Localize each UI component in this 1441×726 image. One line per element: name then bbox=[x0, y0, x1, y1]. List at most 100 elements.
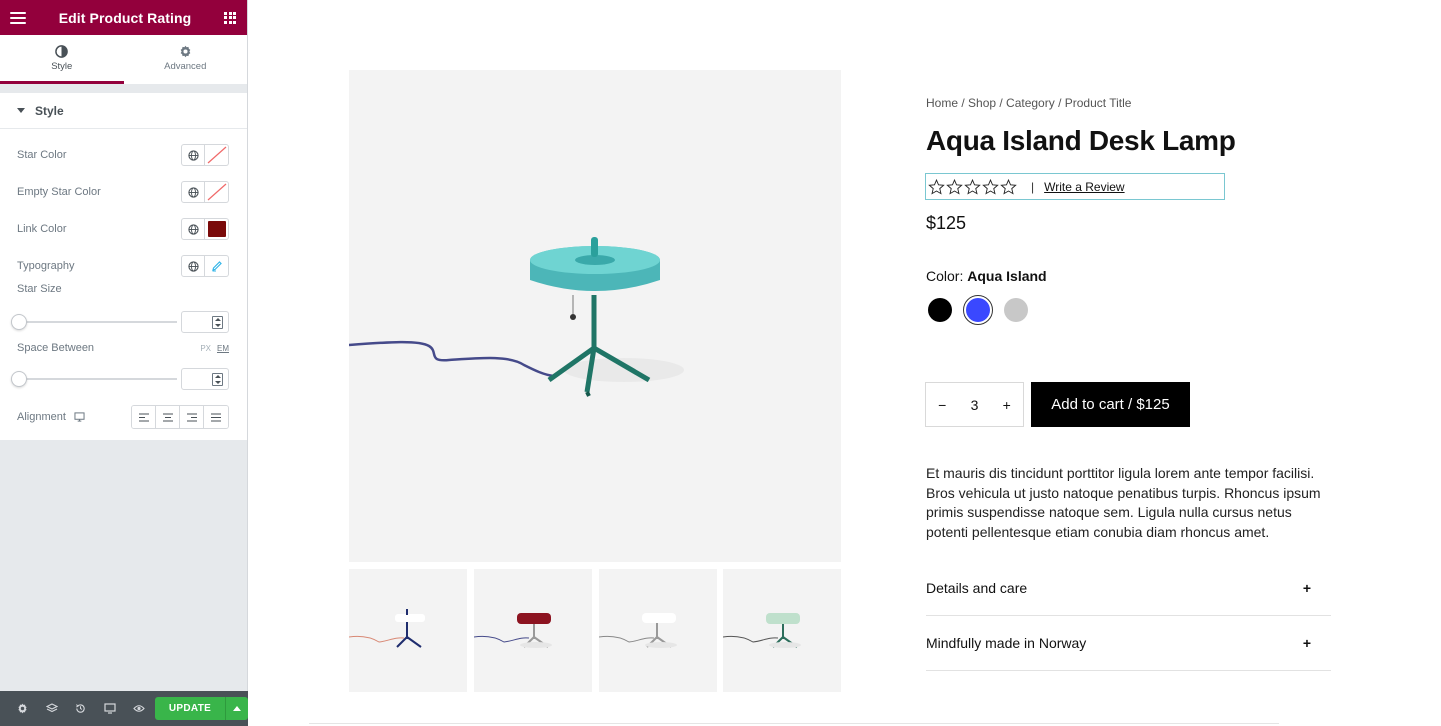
global-colors-button[interactable] bbox=[181, 181, 205, 203]
lamp-thumbnail-white bbox=[598, 613, 677, 648]
tab-style[interactable]: Style bbox=[0, 35, 124, 84]
caret-down-icon bbox=[17, 108, 25, 113]
add-to-cart-button[interactable]: Add to cart / $125 bbox=[1031, 382, 1190, 427]
control-star-color: Star Color bbox=[17, 144, 229, 166]
preview-button[interactable] bbox=[124, 691, 153, 726]
control-empty-star-color: Empty Star Color bbox=[17, 181, 229, 203]
align-left-icon bbox=[138, 413, 149, 421]
save-options-button[interactable] bbox=[225, 697, 248, 720]
product-thumbnail[interactable] bbox=[473, 569, 592, 692]
update-button[interactable]: UPDATE bbox=[155, 697, 225, 720]
section-divider bbox=[309, 723, 1279, 724]
breadcrumb[interactable]: Home / Shop / Category / Product Title bbox=[926, 96, 1131, 110]
product-thumbnail[interactable] bbox=[722, 569, 841, 692]
pencil-icon bbox=[211, 261, 222, 272]
caret-up-icon bbox=[233, 706, 241, 711]
slider-handle[interactable] bbox=[11, 314, 27, 330]
settings-button[interactable] bbox=[8, 691, 37, 726]
product-rating-widget[interactable]: | Write a Review bbox=[925, 173, 1225, 200]
link-color-label: Link Color bbox=[17, 223, 67, 235]
alignment-buttons bbox=[131, 405, 229, 429]
align-center-button[interactable] bbox=[156, 406, 180, 428]
globe-icon bbox=[187, 260, 199, 272]
tab-style-label: Style bbox=[51, 60, 73, 72]
color-swatch-blue[interactable] bbox=[966, 298, 990, 322]
align-justify-button[interactable] bbox=[204, 406, 228, 428]
gear-icon bbox=[18, 703, 27, 714]
write-review-link[interactable]: Write a Review bbox=[1044, 180, 1124, 194]
global-colors-button[interactable] bbox=[181, 218, 205, 240]
spinner-icon[interactable] bbox=[212, 373, 223, 386]
space-between-label: Space Between bbox=[17, 342, 95, 354]
history-button[interactable] bbox=[66, 691, 95, 726]
lamp-thumbnail-navy bbox=[348, 609, 425, 648]
control-space-between: Space Between PX EM bbox=[17, 342, 229, 354]
color-swatch-black[interactable] bbox=[928, 298, 952, 322]
star-size-label: Star Size bbox=[17, 283, 62, 295]
tab-advanced-label: Advanced bbox=[164, 60, 207, 72]
star-size-input[interactable] bbox=[181, 311, 229, 333]
widgets-grid-icon[interactable] bbox=[224, 11, 236, 24]
responsive-mode-button[interactable] bbox=[95, 691, 124, 726]
product-title: Aqua Island Desk Lamp bbox=[926, 125, 1236, 156]
empty-star-color-picker[interactable] bbox=[205, 181, 229, 203]
sidebar-footer: UPDATE bbox=[0, 691, 248, 726]
tab-advanced[interactable]: Advanced bbox=[123, 35, 247, 84]
align-center-icon bbox=[162, 413, 173, 421]
star-icon bbox=[946, 178, 963, 195]
desktop-icon[interactable] bbox=[74, 412, 85, 422]
star-rating bbox=[928, 178, 1017, 195]
product-main-image[interactable] bbox=[348, 70, 841, 562]
menu-icon[interactable] bbox=[10, 11, 26, 24]
globe-icon bbox=[187, 223, 199, 235]
align-left-button[interactable] bbox=[132, 406, 156, 428]
globe-icon bbox=[187, 186, 199, 198]
slider-handle[interactable] bbox=[11, 371, 27, 387]
preview-canvas: Home / Shop / Category / Product Title A… bbox=[249, 0, 1441, 726]
unit-switcher: PX EM bbox=[200, 344, 229, 353]
unit-em[interactable]: EM bbox=[217, 344, 229, 353]
star-color-picker[interactable] bbox=[205, 144, 229, 166]
product-price: $125 bbox=[926, 213, 967, 233]
section-style-header[interactable]: Style bbox=[0, 93, 247, 129]
accordion-title: Mindfully made in Norway bbox=[926, 634, 1087, 651]
navigator-button[interactable] bbox=[37, 691, 66, 726]
no-color-icon bbox=[207, 146, 227, 164]
space-between-slider[interactable] bbox=[11, 371, 177, 387]
star-size-slider[interactable] bbox=[11, 314, 177, 330]
star-icon bbox=[964, 178, 981, 195]
accordion-title: Details and care bbox=[926, 579, 1028, 596]
control-link-color: Link Color bbox=[17, 218, 229, 240]
control-star-size: Star Size bbox=[17, 283, 229, 295]
control-alignment: Alignment bbox=[17, 405, 229, 429]
product-thumbnail[interactable] bbox=[598, 569, 717, 692]
unit-px[interactable]: PX bbox=[200, 344, 211, 353]
global-fonts-button[interactable] bbox=[181, 255, 205, 277]
product-thumbnail[interactable] bbox=[348, 569, 467, 692]
quantity-value[interactable]: 3 bbox=[971, 397, 979, 413]
history-icon bbox=[76, 704, 85, 713]
spinner-icon[interactable] bbox=[212, 316, 223, 329]
alignment-label-group: Alignment bbox=[17, 411, 85, 423]
empty-star-color-label: Empty Star Color bbox=[17, 186, 101, 198]
align-justify-icon bbox=[211, 413, 221, 421]
accordion-made-in-norway[interactable]: Mindfully made in Norway + bbox=[926, 615, 1331, 671]
color-label: Color: bbox=[926, 268, 964, 284]
star-icon bbox=[928, 178, 945, 195]
global-colors-button[interactable] bbox=[181, 144, 205, 166]
rating-separator: | bbox=[1031, 179, 1035, 194]
gear-icon bbox=[180, 45, 191, 57]
accordion-details-and-care[interactable]: Details and care + bbox=[926, 560, 1331, 616]
style-panel: Style Star Color Empty Star Color Link C… bbox=[0, 93, 247, 440]
align-right-button[interactable] bbox=[180, 406, 204, 428]
star-size-slider-row bbox=[11, 311, 229, 333]
increase-quantity-button[interactable]: + bbox=[1003, 397, 1011, 413]
space-between-input[interactable] bbox=[181, 368, 229, 390]
decrease-quantity-button[interactable]: − bbox=[938, 397, 946, 413]
color-swatch-grey[interactable] bbox=[1004, 298, 1028, 322]
panel-tabs: Style Advanced bbox=[0, 35, 247, 84]
link-color-picker[interactable] bbox=[205, 218, 229, 240]
color-swatch-selected-ring[interactable] bbox=[963, 295, 993, 325]
sidebar-header: Edit Product Rating bbox=[0, 0, 247, 35]
typography-edit-button[interactable] bbox=[205, 255, 229, 277]
